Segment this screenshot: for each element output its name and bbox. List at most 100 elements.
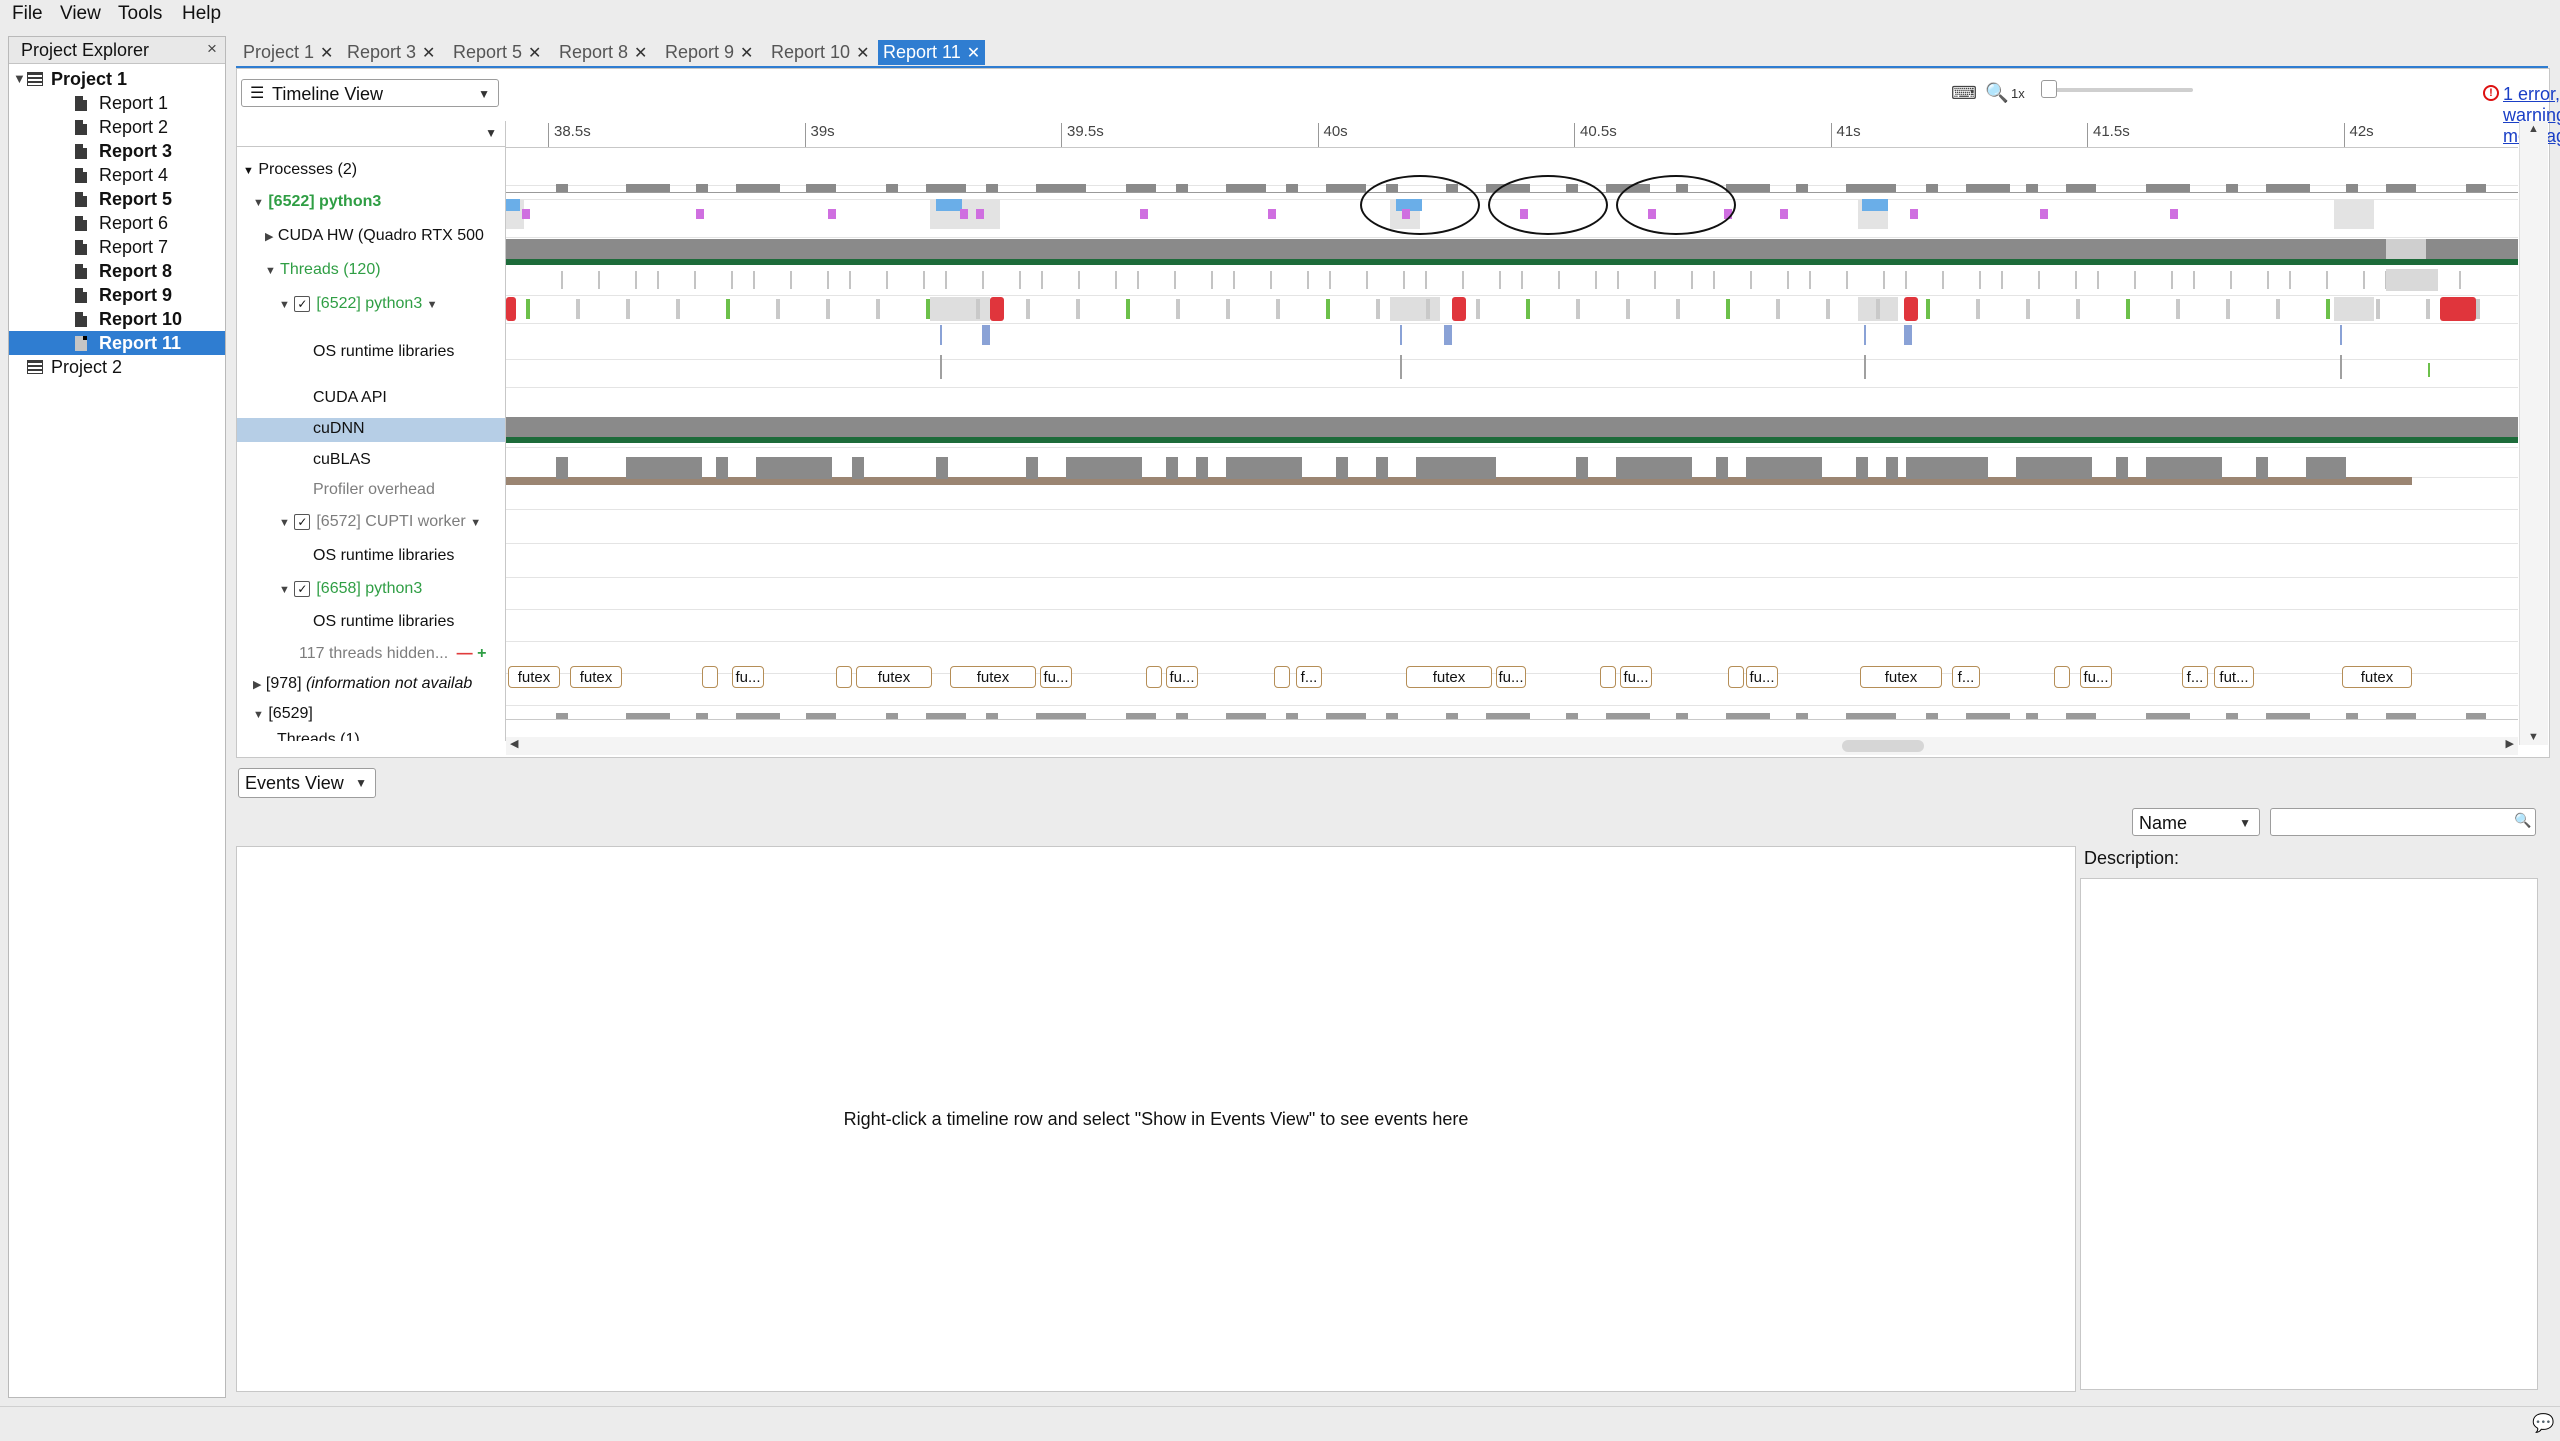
tab-report-5[interactable]: Report 5 ✕ xyxy=(448,40,546,65)
row-thread-6522[interactable]: ▼ ✓ [6522] python3 ▼ xyxy=(237,293,505,317)
close-icon[interactable]: ✕ xyxy=(856,45,869,62)
row-cuda-hw[interactable]: ▶ CUDA HW (Quadro RTX 500 xyxy=(237,225,505,249)
filter-field-select[interactable]: Name ▼ xyxy=(2132,808,2260,836)
events-list[interactable]: Right-click a timeline row and select "S… xyxy=(236,846,2076,1392)
scroll-up-icon[interactable]: ▲ xyxy=(2528,123,2539,135)
chevron-down-icon[interactable]: ▼ xyxy=(279,299,290,311)
zoom-icon[interactable]: 🔍 xyxy=(1985,81,2009,105)
row-hidden-threads[interactable]: 117 threads hidden... — + xyxy=(237,643,505,667)
events-view-selector[interactable]: Events View ▼ xyxy=(238,768,376,798)
row-cublas[interactable]: cuBLAS xyxy=(237,449,505,473)
futex-call[interactable] xyxy=(1146,666,1162,688)
tree-report[interactable]: Report 11 xyxy=(9,331,225,355)
close-icon[interactable]: ✕ xyxy=(320,45,333,62)
view-selector[interactable]: ☰ Timeline View ▼ xyxy=(241,79,499,107)
futex-call[interactable]: futex xyxy=(1406,666,1492,688)
futex-call[interactable]: fu... xyxy=(1166,666,1198,688)
close-icon[interactable]: ✕ xyxy=(528,45,541,62)
tab-project-1[interactable]: Project 1 ✕ xyxy=(238,40,338,65)
tab-report-3[interactable]: Report 3 ✕ xyxy=(342,40,440,65)
menu-view[interactable]: View xyxy=(56,2,105,26)
futex-call[interactable] xyxy=(836,666,852,688)
vertical-scrollbar[interactable]: ▲ ▼ xyxy=(2519,121,2548,745)
futex-call[interactable] xyxy=(1728,666,1744,688)
futex-call[interactable]: futex xyxy=(1860,666,1942,688)
futex-call[interactable] xyxy=(2054,666,2070,688)
scroll-left-icon[interactable]: ◀ xyxy=(510,737,518,750)
chevron-right-icon[interactable]: ▶ xyxy=(265,231,273,243)
row-threads-1[interactable]: Threads (1) xyxy=(237,729,505,741)
row-threads[interactable]: ▼ Threads (120) xyxy=(237,259,505,283)
tab-report-9[interactable]: Report 9 ✕ xyxy=(660,40,758,65)
futex-call[interactable]: f... xyxy=(2182,666,2208,688)
row-thread-6658[interactable]: ▼ ✓ [6658] python3 xyxy=(237,578,505,602)
collapse-icon[interactable]: — xyxy=(457,645,473,662)
futex-call[interactable]: futex xyxy=(950,666,1036,688)
scroll-down-icon[interactable]: ▼ xyxy=(2528,731,2539,743)
tree-report[interactable]: Report 3 xyxy=(9,139,225,163)
row-profiler-overhead[interactable]: Profiler overhead xyxy=(237,479,505,503)
horizontal-scrollbar[interactable]: ◀ ▶ xyxy=(506,737,2518,755)
chevron-down-icon[interactable]: ▼ xyxy=(279,584,290,596)
futex-call[interactable]: fu... xyxy=(732,666,764,688)
row-filter-dropdown[interactable]: ▼ xyxy=(237,121,505,147)
row-cuda-api[interactable]: CUDA API xyxy=(237,387,505,411)
chevron-down-icon[interactable]: ▼ xyxy=(253,709,264,721)
row-process-6522[interactable]: ▼ [6522] python3 xyxy=(237,191,505,215)
close-icon[interactable]: ✕ xyxy=(740,45,753,62)
chevron-down-icon[interactable]: ▼ xyxy=(427,299,438,311)
chevron-down-icon[interactable]: ▼ xyxy=(253,197,264,209)
tree-project[interactable]: ▼ Project 1 xyxy=(9,67,225,91)
time-ruler[interactable]: 38.5s 39s 39.5s 40s 40.5s 41s 41.5s 42s xyxy=(506,121,2518,148)
chevron-right-icon[interactable]: ▶ xyxy=(253,679,261,691)
futex-call[interactable]: fu... xyxy=(1620,666,1652,688)
chevron-down-icon[interactable]: ▼ xyxy=(470,517,481,529)
tree-report[interactable]: Report 4 xyxy=(9,163,225,187)
futex-call[interactable]: futex xyxy=(570,666,622,688)
futex-call[interactable]: fut... xyxy=(2214,666,2254,688)
chat-icon[interactable]: 💬 xyxy=(2532,1413,2554,1434)
close-icon[interactable]: × xyxy=(207,39,217,59)
futex-call[interactable]: fu... xyxy=(2080,666,2112,688)
futex-call[interactable]: fu... xyxy=(1746,666,1778,688)
close-icon[interactable]: ✕ xyxy=(634,45,647,62)
menu-file[interactable]: File xyxy=(8,2,47,26)
add-icon[interactable]: + xyxy=(477,645,486,662)
tree-report[interactable]: Report 5 xyxy=(9,187,225,211)
close-icon[interactable]: ✕ xyxy=(422,45,435,62)
tree-report[interactable]: Report 8 xyxy=(9,259,225,283)
tree-report[interactable]: Report 7 xyxy=(9,235,225,259)
tree-report[interactable]: Report 2 xyxy=(9,115,225,139)
row-cudnn[interactable]: cuDNN xyxy=(237,418,505,442)
futex-call[interactable]: f... xyxy=(1952,666,1980,688)
thread-checkbox[interactable]: ✓ xyxy=(294,295,311,312)
thread-checkbox[interactable]: ✓ xyxy=(294,513,311,530)
tree-report[interactable]: Report 10 xyxy=(9,307,225,331)
tree-report[interactable]: Report 6 xyxy=(9,211,225,235)
zoom-slider-track[interactable] xyxy=(2043,88,2193,92)
menu-help[interactable]: Help xyxy=(178,2,225,26)
futex-call[interactable]: futex xyxy=(856,666,932,688)
tab-report-10[interactable]: Report 10 ✕ xyxy=(766,40,874,65)
close-icon[interactable]: ✕ xyxy=(967,45,980,62)
scroll-thumb[interactable] xyxy=(1842,740,1924,752)
tab-report-11[interactable]: Report 11 ✕ xyxy=(878,40,986,65)
description-box[interactable] xyxy=(2080,878,2538,1390)
menu-tools[interactable]: Tools xyxy=(114,2,166,26)
futex-call[interactable]: f... xyxy=(1296,666,1322,688)
futex-call[interactable]: futex xyxy=(2342,666,2412,688)
tree-project[interactable]: Project 2 xyxy=(9,355,225,379)
timeline-tracks[interactable]: futex futex fu... futex futex fu... fu... f... f… xyxy=(506,147,2518,737)
scroll-right-icon[interactable]: ▶ xyxy=(2506,737,2514,750)
row-os-runtime[interactable]: OS runtime libraries xyxy=(237,341,505,365)
futex-call[interactable] xyxy=(1600,666,1616,688)
futex-call[interactable] xyxy=(1274,666,1290,688)
futex-call[interactable]: futex xyxy=(508,666,560,688)
thread-checkbox[interactable]: ✓ xyxy=(294,580,311,597)
chevron-down-icon[interactable]: ▼ xyxy=(13,67,26,91)
zoom-slider-handle[interactable] xyxy=(2041,80,2057,98)
futex-call[interactable]: fu... xyxy=(1496,666,1526,688)
row-process-978[interactable]: ▶ [978] (information not availab xyxy=(237,673,505,697)
tab-report-8[interactable]: Report 8 ✕ xyxy=(554,40,652,65)
chevron-down-icon[interactable]: ▼ xyxy=(265,265,276,277)
